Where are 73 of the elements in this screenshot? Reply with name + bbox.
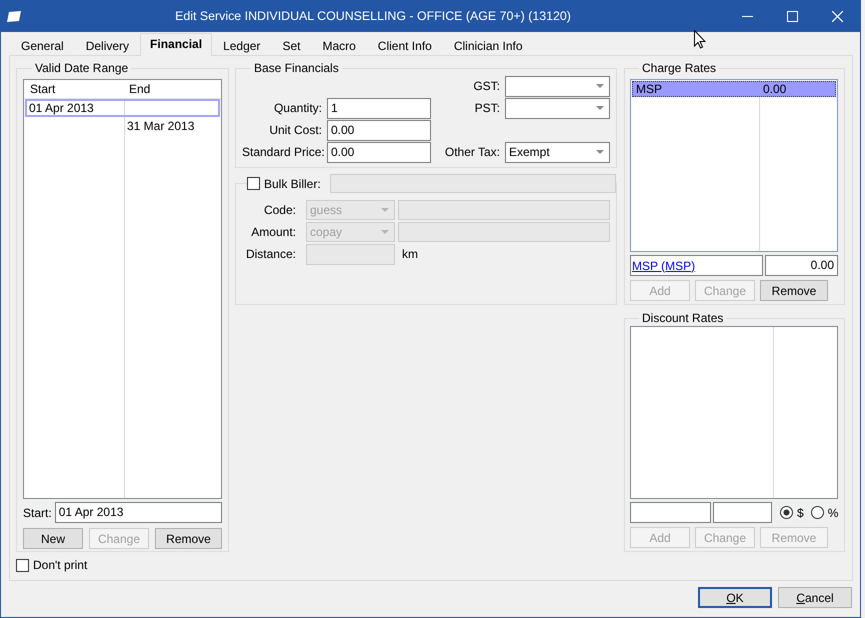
- radio-icon[interactable]: [780, 506, 793, 519]
- mouse-cursor-icon: [694, 30, 706, 49]
- list-cell-text: 31 Mar 2013: [126, 119, 196, 133]
- app-icon: [7, 10, 21, 22]
- text-field[interactable]: 01 Apr 2013: [54, 502, 222, 523]
- radio-button[interactable]: $: [780, 506, 804, 520]
- dropdown-arrow-icon: [596, 84, 604, 88]
- text-field[interactable]: [398, 222, 610, 242]
- tab[interactable]: Macro: [311, 35, 367, 55]
- dropdown-field[interactable]: Exempt: [505, 142, 610, 162]
- text-field[interactable]: 0.00: [327, 120, 431, 140]
- column-header: Start: [29, 81, 56, 98]
- radio-icon[interactable]: [810, 506, 824, 519]
- group-title: Base Financials: [253, 61, 340, 75]
- field-label: Unit Cost:: [268, 123, 323, 137]
- window-title: Edit Service INDIVIDUAL COUNSELLING - OFFICE (AGE 70+) (13120): [174, 9, 572, 23]
- tab[interactable]: Client Info: [366, 35, 443, 55]
- text-field[interactable]: [398, 200, 610, 220]
- tab[interactable]: Delivery: [74, 35, 140, 55]
- checkbox-icon[interactable]: [247, 177, 260, 190]
- button[interactable]: Cancel: [778, 587, 852, 608]
- dropdown-arrow-icon: [381, 230, 389, 234]
- date-range-list[interactable]: Start End 01 Apr 2013 31 Mar 2013: [23, 79, 222, 499]
- field-label: Start:: [23, 506, 52, 520]
- checkbox-icon[interactable]: [16, 558, 29, 572]
- charge-rate-link[interactable]: MSP (MSP): [632, 258, 696, 272]
- checkbox[interactable]: Bulk Biller:: [247, 176, 321, 190]
- radio-button[interactable]: %: [810, 506, 838, 520]
- checkbox[interactable]: Don't print: [16, 558, 88, 572]
- field-label: Standard Price:: [242, 145, 326, 159]
- button[interactable]: New: [23, 528, 83, 549]
- text-field[interactable]: [330, 174, 616, 193]
- list-row[interactable]: 01 Apr 2013: [25, 99, 220, 117]
- field-label: Amount:: [250, 225, 297, 239]
- dropdown-arrow-icon: [596, 150, 604, 154]
- unit-label: km: [401, 247, 419, 261]
- button[interactable]: Remove: [155, 528, 222, 549]
- field-label: GST:: [472, 79, 501, 93]
- dropdown-arrow-icon: [381, 208, 389, 212]
- group-title: Discount Rates: [641, 311, 724, 325]
- tab[interactable]: Set: [271, 35, 312, 55]
- dropdown-field[interactable]: [505, 76, 610, 96]
- text-field[interactable]: [630, 502, 711, 523]
- field-label: Code:: [262, 203, 297, 217]
- dropdown-field[interactable]: [505, 98, 610, 118]
- amount-field[interactable]: 0.00: [765, 255, 838, 276]
- text-field[interactable]: 1: [327, 98, 431, 118]
- text-field[interactable]: [306, 244, 395, 264]
- tab[interactable]: Ledger: [212, 35, 272, 55]
- button[interactable]: OK: [698, 587, 772, 608]
- list-cell-text: MSP: [635, 82, 664, 96]
- list-cell-text: 01 Apr 2013: [28, 101, 95, 115]
- text-field[interactable]: [713, 502, 772, 523]
- field-label: Other Tax:: [444, 145, 501, 159]
- list-row[interactable]: MSP 0.00: [632, 81, 836, 97]
- tab[interactable]: General: [10, 35, 75, 55]
- list-cell-text: 0.00: [762, 82, 788, 96]
- tab[interactable]: Financial: [140, 33, 212, 56]
- charge-rates-list[interactable]: MSP 0.00: [630, 79, 838, 252]
- field-label: PST:: [474, 101, 501, 115]
- group-title: Charge Rates: [641, 61, 718, 75]
- discount-rates-list[interactable]: [630, 326, 838, 499]
- maximize-icon: [787, 10, 798, 22]
- field-label: Distance:: [244, 247, 297, 261]
- button[interactable]: Remove: [760, 280, 828, 301]
- text-field[interactable]: 0.00: [327, 142, 431, 162]
- list-row[interactable]: 31 Mar 2013: [25, 117, 220, 135]
- column-header: End: [128, 81, 152, 98]
- tab[interactable]: Clinician Info: [442, 35, 534, 55]
- group-title: Valid Date Range: [34, 61, 130, 75]
- dropdown-arrow-icon: [596, 106, 604, 110]
- close-icon: [832, 10, 843, 22]
- field-label: Quantity:: [272, 101, 323, 115]
